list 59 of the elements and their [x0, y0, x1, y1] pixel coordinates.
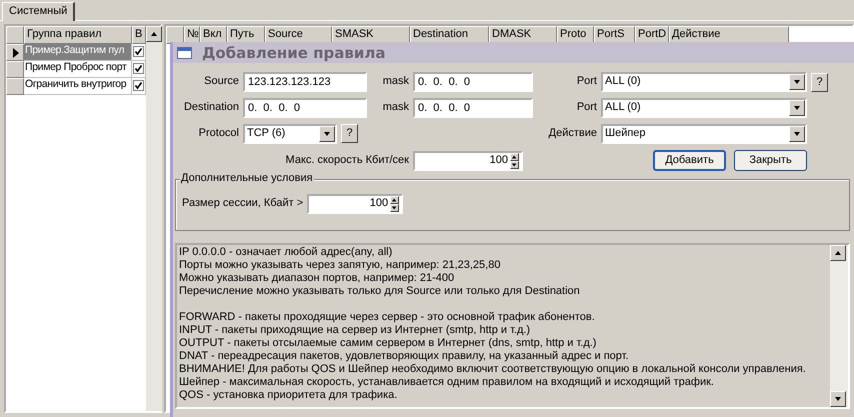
table-cell[interactable]: Пример Проброс порт	[24, 61, 132, 78]
help-text-line: Порты можно указывать через запятую, например: 21,23,25,80	[179, 259, 502, 272]
table-cell[interactable]: Пример.Защитим пул	[24, 44, 132, 61]
number-field[interactable]: 100	[413, 150, 523, 170]
input-field[interactable]: 0. 0. 0. 0	[413, 72, 533, 92]
caret-icon	[323, 130, 331, 138]
field-label: Действие	[548, 127, 597, 141]
scrollbar[interactable]	[830, 245, 848, 407]
input-field[interactable]: 0. 0. 0. 0	[243, 98, 367, 118]
window-title: Добавление правила	[202, 44, 386, 62]
input-field[interactable]: 123.123.123.123	[243, 72, 367, 92]
field-label: mask	[382, 101, 409, 115]
help-button[interactable]: ?	[341, 124, 358, 143]
field-label: Source	[204, 75, 239, 89]
caret-icon	[793, 78, 801, 86]
field-label: Макс. скорость Кбит/сек	[286, 154, 409, 168]
help-button[interactable]: ?	[811, 72, 828, 92]
column-header: В	[132, 26, 146, 44]
input-field[interactable]: 0. 0. 0. 0	[413, 98, 533, 118]
spin-up-icon	[390, 196, 400, 204]
checkbox[interactable]	[133, 63, 144, 74]
scroll-up-icon	[150, 30, 158, 38]
field-label: Port	[576, 75, 597, 89]
dropdown[interactable]: Шейпер	[601, 124, 807, 144]
scroll-down-icon	[834, 395, 842, 403]
field-label: Protocol	[198, 127, 239, 141]
table-cell[interactable]: Ограничить внутригор	[24, 78, 132, 95]
field-label: Destination	[184, 101, 239, 115]
window-icon	[177, 46, 192, 58]
checkbox[interactable]	[133, 80, 144, 91]
checkbox[interactable]	[133, 46, 144, 57]
help-text-line: Шейпер - максимальная скорость, устанавливается одним правилом на входящий и исходящий трафик.	[179, 376, 715, 389]
button[interactable]: Закрыть	[734, 150, 807, 171]
help-text-line: QOS - установка приоритета для трафика.	[179, 389, 398, 402]
scrollbar[interactable]	[146, 26, 162, 411]
group-title: Дополнительные условия	[180, 172, 314, 186]
caret-icon	[793, 104, 801, 112]
field-label: Размер сессии, Кбайт >	[182, 197, 304, 211]
caret-icon	[793, 130, 801, 138]
help-text-line: FORWARD - пакеты проходящие через сервер - это основной трафик абонентов.	[179, 311, 596, 324]
scroll-up-icon	[834, 249, 842, 257]
help-text-line: Перечисление можно указывать только для Source или только для Destination	[179, 285, 581, 298]
dropdown[interactable]: ALL (0)	[601, 98, 807, 118]
dropdown[interactable]: ALL (0)	[601, 72, 807, 92]
number-field[interactable]: 100	[307, 194, 404, 214]
help-text-line: DNAT - переадресация пакетов, удовлетворяющих правилу, на указанный адрес и порт.	[179, 350, 630, 363]
spin-up-icon	[510, 152, 519, 160]
help-text-line: OUTPUT - пакеты отсылаемые самим сервером в Интернет (dns, smtp, http и т.д.)	[179, 337, 598, 350]
help-text-line: INPUT - пакеты приходящие на сервер из Интернет (smtp, http и т.д.)	[179, 324, 532, 337]
spin-down-icon	[390, 204, 400, 212]
help-text-line: IP 0.0.0.0 - означает любой адрес(any, all)	[179, 246, 394, 259]
help-text-line: Можно указывать диапазон портов, например: 21-400	[179, 272, 456, 285]
tab[interactable]: Системный	[2, 2, 76, 21]
field-label: Port	[576, 101, 597, 115]
dropdown[interactable]: TCP (6)	[243, 124, 337, 144]
field-label: mask	[382, 75, 409, 89]
column-header: Группа правил	[24, 26, 132, 44]
button[interactable]: Добавить	[653, 150, 726, 171]
help-text-line: ВНИМАНИЕ! Для работы QOS и Шейпер необходимо включит соответствующую опцию в локальной консоли управления.	[179, 363, 807, 376]
